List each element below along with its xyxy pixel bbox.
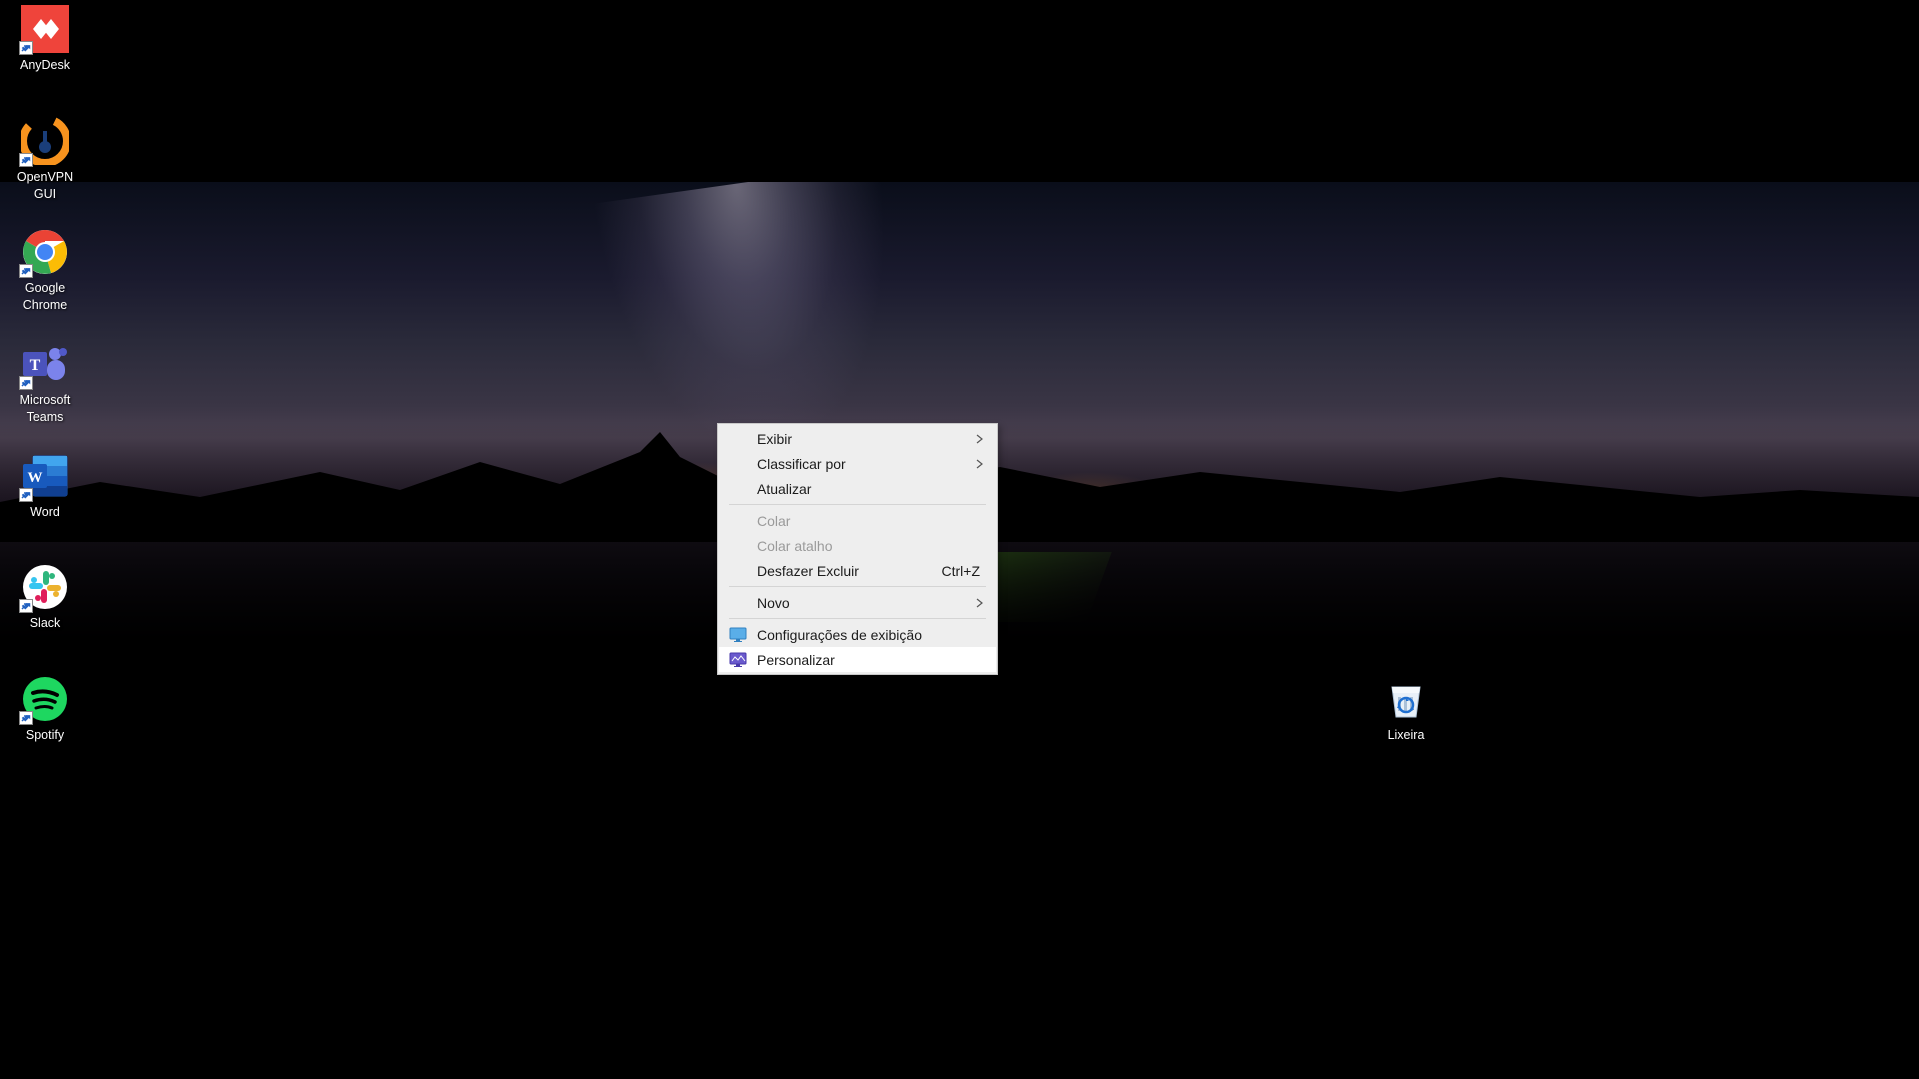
menu-item-colar-atalho: Colar atalho bbox=[719, 533, 996, 558]
chevron-right-icon bbox=[976, 595, 984, 611]
menu-item-label: Colar bbox=[757, 513, 790, 529]
desktop-icon-microsoft-teams[interactable]: T MicrosoftTeams bbox=[7, 340, 83, 426]
menu-separator bbox=[729, 586, 986, 587]
desktop-icon-label: MicrosoftTeams bbox=[0, 392, 90, 426]
menu-item-label: Exibir bbox=[757, 431, 792, 447]
word-icon: W bbox=[21, 452, 69, 500]
menu-item-colar: Colar bbox=[719, 508, 996, 533]
svg-text:T: T bbox=[30, 357, 41, 374]
menu-item-exibir[interactable]: Exibir bbox=[719, 426, 996, 451]
shortcut-arrow-icon bbox=[19, 264, 33, 278]
desktop-icon-anydesk[interactable]: AnyDesk bbox=[7, 5, 83, 74]
desktop-icon-label: OpenVPNGUI bbox=[0, 169, 90, 203]
microsoft-teams-icon: T bbox=[21, 340, 69, 388]
desktop-icon-openvpn-gui[interactable]: OpenVPNGUI bbox=[7, 117, 83, 203]
menu-item-desfazer-excluir[interactable]: Desfazer Excluir Ctrl+Z bbox=[719, 558, 996, 583]
recycle-bin-icon bbox=[1382, 675, 1430, 723]
menu-item-label: Novo bbox=[757, 595, 790, 611]
shortcut-arrow-icon bbox=[19, 599, 33, 613]
desktop-icon-slack[interactable]: Slack bbox=[7, 563, 83, 632]
menu-item-atualizar[interactable]: Atualizar bbox=[719, 476, 996, 501]
menu-item-label: Colar atalho bbox=[757, 538, 833, 554]
desktop-icon-label: Spotify bbox=[0, 727, 90, 744]
shortcut-arrow-icon bbox=[19, 41, 33, 55]
menu-separator bbox=[729, 618, 986, 619]
menu-item-label: Classificar por bbox=[757, 456, 846, 472]
desktop-icon-google-chrome[interactable]: GoogleChrome bbox=[7, 228, 83, 314]
shortcut-arrow-icon bbox=[19, 488, 33, 502]
shortcut-arrow-icon bbox=[19, 153, 33, 167]
menu-item-label: Desfazer Excluir bbox=[757, 563, 859, 579]
desktop-icon-recycle-bin[interactable]: Lixeira bbox=[1368, 675, 1444, 744]
desktop-context-menu[interactable]: Exibir Classificar por Atualizar Colar Colar… bbox=[717, 423, 998, 675]
shortcut-arrow-icon bbox=[19, 376, 33, 390]
google-chrome-icon bbox=[21, 228, 69, 276]
desktop-icon-word[interactable]: W Word bbox=[7, 452, 83, 521]
menu-item-configuracoes-de-exibicao[interactable]: Configurações de exibição bbox=[719, 622, 996, 647]
desktop-icon-spotify[interactable]: Spotify bbox=[7, 675, 83, 744]
menu-item-label: Configurações de exibição bbox=[757, 627, 922, 643]
chevron-right-icon bbox=[976, 431, 984, 447]
desktop-icon-label: Slack bbox=[0, 615, 90, 632]
desktop-icon-label: Lixeira bbox=[1361, 727, 1451, 744]
menu-item-novo[interactable]: Novo bbox=[719, 590, 996, 615]
menu-item-personalizar[interactable]: Personalizar bbox=[719, 647, 996, 672]
menu-item-label: Personalizar bbox=[757, 652, 835, 668]
svg-text:W: W bbox=[28, 470, 43, 486]
desktop-icon-label: Word bbox=[0, 504, 90, 521]
personalize-icon bbox=[729, 651, 747, 669]
chevron-right-icon bbox=[976, 456, 984, 472]
shortcut-arrow-icon bbox=[19, 711, 33, 725]
openvpn-gui-icon bbox=[21, 117, 69, 165]
spotify-icon bbox=[21, 675, 69, 723]
menu-separator bbox=[729, 504, 986, 505]
menu-item-classificar-por[interactable]: Classificar por bbox=[719, 451, 996, 476]
desktop-icon-label: GoogleChrome bbox=[0, 280, 90, 314]
display-settings-icon bbox=[729, 626, 747, 644]
menu-item-shortcut: Ctrl+Z bbox=[942, 563, 981, 579]
menu-item-label: Atualizar bbox=[757, 481, 811, 497]
anydesk-icon bbox=[21, 5, 69, 53]
slack-icon bbox=[21, 563, 69, 611]
desktop-icon-label: AnyDesk bbox=[0, 57, 90, 74]
